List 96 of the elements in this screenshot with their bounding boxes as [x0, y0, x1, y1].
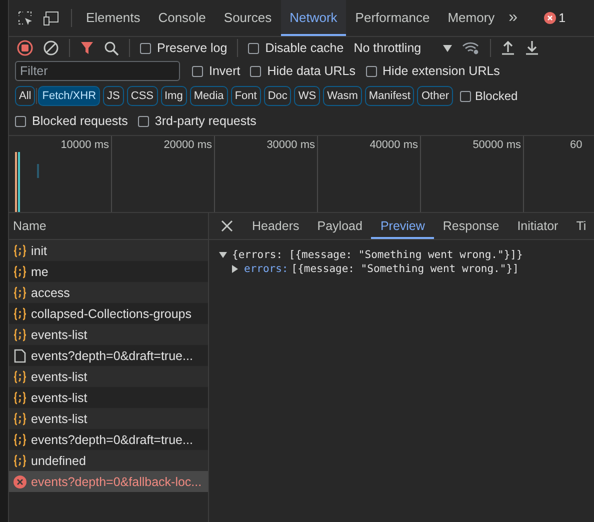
preview-summary: {errors: [{message: "Something went wrong."}]} [232, 249, 523, 261]
network-conditions-icon[interactable] [462, 41, 480, 55]
timeline-tick-label: 30000 ms [266, 139, 315, 151]
timeline-tick-label: 50000 ms [472, 139, 521, 151]
request-name: undefined [31, 454, 86, 468]
type-filter-button[interactable]: Other [417, 86, 453, 106]
error-count[interactable]: 1 [558, 11, 566, 25]
detail-tab[interactable]: Payload [308, 213, 372, 239]
request-row[interactable]: access [9, 282, 208, 303]
request-row[interactable]: init [9, 240, 208, 261]
braces-icon [13, 286, 27, 300]
braces-icon [13, 454, 27, 468]
type-filter-button[interactable]: Doc [264, 86, 292, 106]
document-icon [13, 348, 27, 362]
type-filter-button[interactable]: Wasm [323, 86, 362, 106]
braces-icon [13, 328, 27, 342]
request-name: events-list [31, 370, 88, 384]
search-icon[interactable] [104, 40, 119, 56]
braces-icon [13, 306, 27, 320]
expand-toggle-icon[interactable] [231, 265, 239, 273]
detail-tab[interactable]: Initiator [508, 213, 568, 239]
request-row[interactable]: undefined [9, 450, 208, 471]
request-name: events-list [31, 412, 88, 426]
filter-option-checkbox[interactable]: Invert [192, 64, 240, 78]
waterfall-drawing [15, 152, 39, 212]
panel-tab[interactable]: Network [280, 0, 346, 36]
preserve-log-checkbox[interactable]: Preserve log [140, 41, 228, 55]
request-name: events-list [31, 328, 88, 342]
request-option-checkbox[interactable]: Blocked requests [15, 114, 128, 128]
blocked-checkbox[interactable]: Blocked [460, 89, 518, 103]
type-filter-button[interactable]: Fetch/XHR [38, 86, 100, 106]
timeline-tick-label: 40000 ms [370, 139, 418, 151]
request-name: me [31, 264, 48, 278]
timeline-tick-label: 20000 ms [164, 139, 212, 151]
request-row[interactable]: events-list [9, 387, 208, 408]
property-value: [{message: "Something went wrong."}] [291, 263, 519, 275]
braces-icon [13, 244, 27, 258]
type-filter-button[interactable]: Manifest [364, 86, 414, 106]
request-name: events-list [31, 390, 88, 404]
request-row[interactable]: me [9, 261, 208, 282]
request-name: collapsed-Collections-groups [31, 306, 192, 320]
panel-tab[interactable]: Performance [346, 0, 439, 36]
type-filter-button[interactable]: JS [103, 86, 124, 106]
property-key: errors: [244, 263, 288, 275]
request-name: events?depth=0&draft=true... [31, 432, 193, 446]
type-filter-button[interactable]: Font [230, 86, 261, 106]
request-row[interactable]: collapsed-Collections-groups [9, 303, 208, 324]
braces-icon [13, 370, 27, 384]
type-filter-button[interactable]: CSS [126, 86, 158, 106]
more-tabs-button[interactable]: » [508, 9, 518, 27]
clear-icon[interactable] [43, 40, 59, 56]
request-name: init [31, 244, 47, 258]
error-icon [544, 12, 556, 24]
panel-tab[interactable]: Memory [438, 0, 504, 36]
device-toolbar-icon[interactable] [43, 10, 61, 26]
request-row[interactable]: events-list [9, 324, 208, 345]
request-name: events?depth=0&fallback-loc... [31, 474, 202, 488]
request-row[interactable]: events?depth=0&fallback-loc... [9, 471, 208, 492]
panel-tab[interactable]: Console [149, 0, 215, 36]
detail-tab[interactable]: Headers [243, 213, 308, 239]
request-row[interactable]: events-list [9, 408, 208, 429]
download-icon[interactable] [525, 40, 540, 56]
braces-icon [13, 432, 27, 446]
filter-icon[interactable] [80, 41, 94, 55]
filter-option-checkbox[interactable]: Hide data URLs [250, 64, 356, 78]
expand-toggle-icon[interactable] [219, 251, 227, 259]
upload-icon[interactable] [501, 40, 516, 56]
panel-tab[interactable]: Sources [214, 0, 281, 36]
filter-field[interactable]: Filter [15, 61, 180, 81]
detail-tab[interactable]: Ti [567, 213, 594, 239]
timeline-tick-label: 10000 ms [60, 139, 109, 151]
type-filter-button[interactable]: Img [160, 86, 187, 106]
request-name: events?depth=0&draft=true... [31, 348, 193, 362]
type-filter-button[interactable]: All [15, 86, 36, 106]
stop-recording-icon[interactable] [17, 40, 33, 56]
close-icon[interactable] [221, 220, 233, 232]
detail-tab[interactable]: Response [434, 213, 508, 239]
panel-tab[interactable]: Elements [77, 0, 150, 36]
timeline-tick-label: 60 [570, 139, 582, 151]
element-picker-icon[interactable] [17, 10, 33, 26]
request-option-checkbox[interactable]: 3rd-party requests [138, 114, 256, 128]
error-icon [13, 474, 27, 488]
request-name: access [31, 286, 70, 300]
braces-icon [13, 412, 27, 426]
braces-icon [13, 390, 27, 404]
request-row[interactable]: events?depth=0&draft=true... [9, 345, 208, 366]
caret-icon [443, 44, 452, 52]
request-row[interactable]: events-list [9, 366, 208, 387]
request-row[interactable]: events?depth=0&draft=true... [9, 429, 208, 450]
filter-option-checkbox[interactable]: Hide extension URLs [366, 64, 500, 78]
disable-cache-checkbox[interactable]: Disable cache [248, 41, 344, 55]
throttling-dropdown[interactable]: No throttling [354, 41, 452, 55]
braces-icon [13, 264, 27, 278]
type-filter-button[interactable]: Media [190, 86, 228, 106]
detail-tab[interactable]: Preview [371, 213, 434, 239]
type-filter-button[interactable]: WS [294, 86, 320, 106]
